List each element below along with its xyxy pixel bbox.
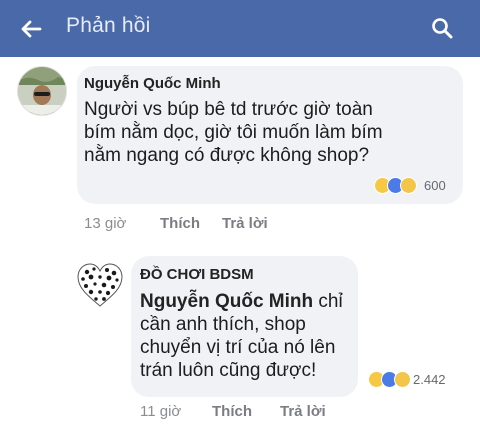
reaction-count: 2.442 <box>413 372 446 387</box>
comment-text: Người vs búp bê td trước giờ toàn bím nằ… <box>84 99 383 166</box>
reply-button[interactable]: Trả lời <box>280 403 326 420</box>
avatar[interactable] <box>17 66 67 116</box>
search-icon[interactable] <box>430 16 454 40</box>
reply-button[interactable]: Trả lời <box>222 215 268 232</box>
header-bar: Phản hồi <box>0 0 480 57</box>
sad-icon <box>400 177 417 194</box>
like-button[interactable]: Thích <box>160 215 200 232</box>
reply-time: 11 giờ <box>140 403 182 420</box>
comment-time: 13 giờ <box>84 215 127 232</box>
sad-icon <box>394 371 411 388</box>
comment-author[interactable]: Nguyễn Quốc Minh <box>84 75 221 92</box>
page-avatar-icon[interactable] <box>74 260 126 312</box>
reply-text: Nguyễn Quốc Minh chỉ cần anh thích, shop… <box>140 290 350 382</box>
reply-author[interactable]: ĐỒ CHƠI BDSM <box>140 266 254 283</box>
profile-photo-icon <box>18 67 66 115</box>
arrow-left-icon[interactable] <box>18 16 44 42</box>
reaction-count: 600 <box>424 178 446 193</box>
mention-link[interactable]: Nguyễn Quốc Minh <box>140 291 313 312</box>
like-button[interactable]: Thích <box>212 403 252 420</box>
page-title: Phản hồi <box>66 14 151 37</box>
